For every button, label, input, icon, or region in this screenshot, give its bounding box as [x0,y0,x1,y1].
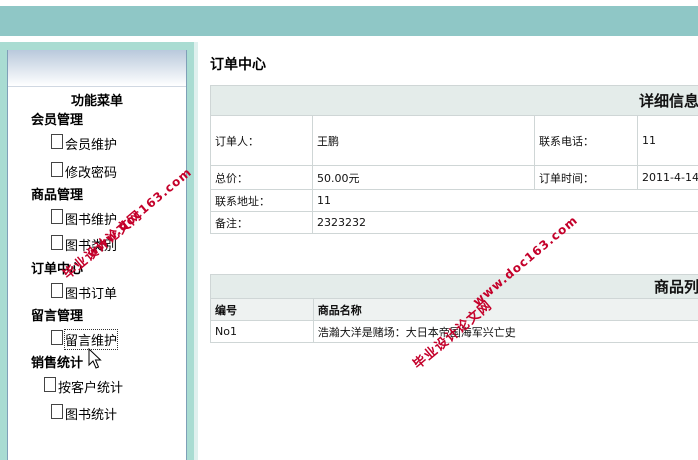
menu-item-member-maintain[interactable]: 会员维护 [51,134,117,153]
total-value: 50.00元 [312,165,536,190]
menu-group-messages[interactable]: 留言管理 [31,305,83,324]
menu-item-book-orders[interactable]: 图书订单 [51,283,117,302]
phone-value: 11 [637,115,698,166]
order-time-value: 2011-4-14 [637,165,698,190]
document-icon [51,404,63,419]
document-icon [44,377,56,392]
top-banner-band [0,6,698,36]
menu-item-label: 图书订单 [65,287,118,302]
document-icon [51,209,63,224]
document-icon [51,283,63,298]
menu-item-label: 按客户统计 [58,381,124,396]
menu-item-label: 会员维护 [65,138,118,153]
document-icon [51,134,63,149]
phone-label: 联系电话： [534,115,639,166]
document-icon [51,235,63,250]
detail-header: 详细信息 [210,85,698,116]
remark-value: 2323232 [312,211,698,234]
menu-group-member[interactable]: 会员管理 [31,109,83,128]
document-icon [51,330,63,345]
menu-group-goods[interactable]: 商品管理 [31,184,83,203]
menu-item-label: 修改密码 [65,166,118,181]
column-header-name: 商品名称 [312,298,698,321]
menu-item-change-password[interactable]: 修改密码 [51,162,117,181]
menu-item-customer-stats[interactable]: 按客户统计 [44,377,123,396]
document-icon [51,162,63,177]
menu-group-sales[interactable]: 销售统计 [31,352,83,371]
main-content: 订单中心 详细信息 订单人： 王鹏 联系电话： 11 总价： 50.00元 订单… [198,42,698,460]
menu-item-message-maintain[interactable]: 留言维护 [51,329,119,350]
sidebar-header [8,50,186,87]
product-list-header: 商品列 [210,274,698,299]
address-value: 11 [312,189,698,212]
order-time-label: 订单时间： [534,165,639,190]
order-detail-table: 详细信息 订单人： 王鹏 联系电话： 11 总价： 50.00元 订单时间： 2… [209,85,698,234]
menu-item-label: 留言维护 [63,329,119,350]
sidebar-title: 功能菜单 [70,94,123,109]
remark-label: 备注： [209,211,314,234]
product-id-cell: No1 [210,320,314,343]
orderer-value: 王鹏 [312,115,536,166]
mouse-cursor-icon [88,348,102,369]
menu-item-label: 图书统计 [65,408,118,423]
top-banner [0,0,698,42]
page-title: 订单中心 [210,57,266,73]
column-header-id: 编号 [210,298,314,321]
total-label: 总价： [209,165,314,190]
orderer-label: 订单人： [209,115,314,166]
address-label: 联系地址： [209,189,314,212]
product-name-cell: 浩瀚大洋是赌场：大日本帝国海军兴亡史 [312,320,698,343]
menu-item-book-stats[interactable]: 图书统计 [51,404,117,423]
